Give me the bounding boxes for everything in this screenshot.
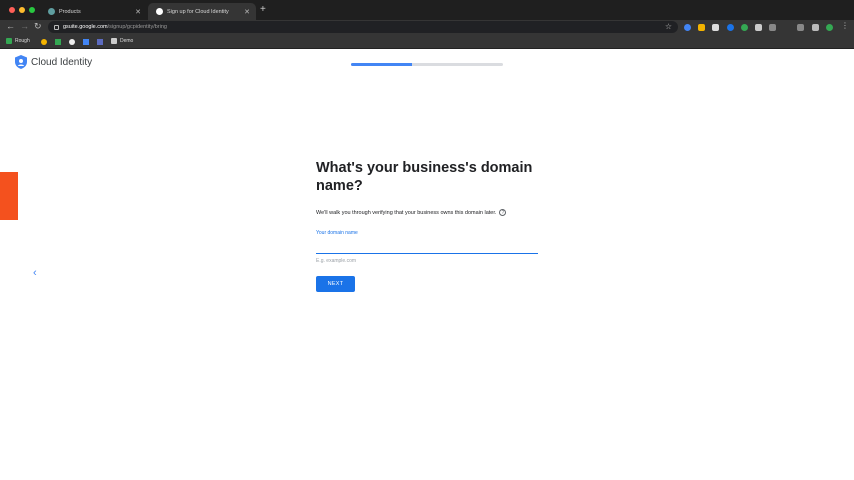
bookmark-icon[interactable] (55, 39, 61, 45)
extension-icon[interactable] (712, 24, 719, 31)
lock-icon (54, 24, 59, 30)
extension-icon[interactable] (727, 24, 734, 31)
domain-form: What's your business's domain name? We'l… (316, 159, 541, 292)
tab-products[interactable]: Products ✕ (40, 3, 147, 20)
browser-tab-bar: Products ✕ Sign up for Cloud Identity ✕ … (0, 0, 854, 20)
bookmark-icon[interactable] (97, 39, 103, 45)
signup-progress-bar (351, 63, 503, 66)
progress-fill (351, 63, 412, 66)
new-tab-icon[interactable]: + (260, 4, 266, 15)
extension-icon[interactable] (769, 24, 776, 31)
puzzle-icon[interactable] (812, 24, 819, 31)
url-host: gsuite.google.com (63, 24, 108, 30)
extension-icon[interactable] (741, 24, 748, 31)
help-icon[interactable]: ? (499, 209, 507, 216)
tab-sign-up-cloud-identity[interactable]: Sign up for Cloud Identity ✕ (148, 3, 256, 20)
shield-icon (15, 55, 27, 69)
bookmark-icon[interactable] (69, 39, 75, 45)
tab-label: Products (59, 8, 81, 15)
browser-toolbar: ← → ↻ gsuite.google.com/signup/gcpidenti… (0, 20, 854, 35)
domain-name-input[interactable] (316, 242, 538, 254)
shield-icon (48, 8, 55, 15)
bookmark-label: Rough (15, 38, 30, 44)
domain-field-label: Your domain name (316, 230, 358, 236)
maximize-window-icon[interactable] (29, 7, 35, 13)
close-window-icon[interactable] (9, 7, 15, 13)
extension-icon[interactable] (684, 24, 691, 31)
extension-icon[interactable] (698, 24, 705, 31)
cloud-identity-logo[interactable]: Cloud Identity (15, 55, 92, 69)
extension-icon[interactable] (755, 24, 762, 31)
reload-icon[interactable]: ↻ (34, 21, 42, 32)
next-button[interactable]: NEXT (316, 276, 355, 292)
bookmark-rough[interactable]: Rough (6, 38, 30, 44)
feedback-tab[interactable] (0, 172, 18, 220)
close-tab-icon[interactable]: ✕ (135, 8, 141, 16)
menu-kebab-icon[interactable]: ⋮ (841, 21, 849, 30)
description: We'll walk you through verifying that yo… (316, 209, 541, 216)
domain-field-hint: E.g. example.com (316, 258, 357, 264)
bookmark-demo[interactable]: Demo (111, 38, 133, 44)
cast-icon[interactable] (797, 24, 804, 31)
forward-nav-icon[interactable]: → (20, 21, 29, 31)
tab-label: Sign up for Cloud Identity (167, 8, 229, 15)
close-tab-icon[interactable]: ✕ (244, 8, 250, 16)
page-content: Cloud Identity ‹ What's your business's … (0, 49, 854, 480)
address-bar[interactable]: gsuite.google.com/signup/gcpidentity/bri… (48, 21, 678, 33)
bookmark-star-icon[interactable]: ☆ (665, 22, 672, 31)
bookmark-label: Demo (120, 38, 134, 44)
back-arrow-icon[interactable]: ‹ (33, 267, 37, 279)
google-favicon-icon (156, 8, 163, 15)
page-title: What's your business's domain name? (316, 160, 533, 194)
url-path: /signup/gcpidentity/bring (107, 24, 167, 30)
bookmarks-bar: Rough Demo (0, 35, 854, 49)
minimize-window-icon[interactable] (19, 7, 25, 13)
bookmark-icon[interactable] (41, 39, 47, 45)
sheet-icon (6, 38, 12, 44)
folder-icon (111, 38, 117, 44)
back-nav-icon[interactable]: ← (6, 21, 15, 31)
brand-name: Cloud Identity (31, 56, 93, 68)
description-text: We'll walk you through verifying that yo… (316, 209, 497, 216)
bookmark-icon[interactable] (83, 39, 89, 45)
avatar[interactable] (826, 24, 833, 31)
